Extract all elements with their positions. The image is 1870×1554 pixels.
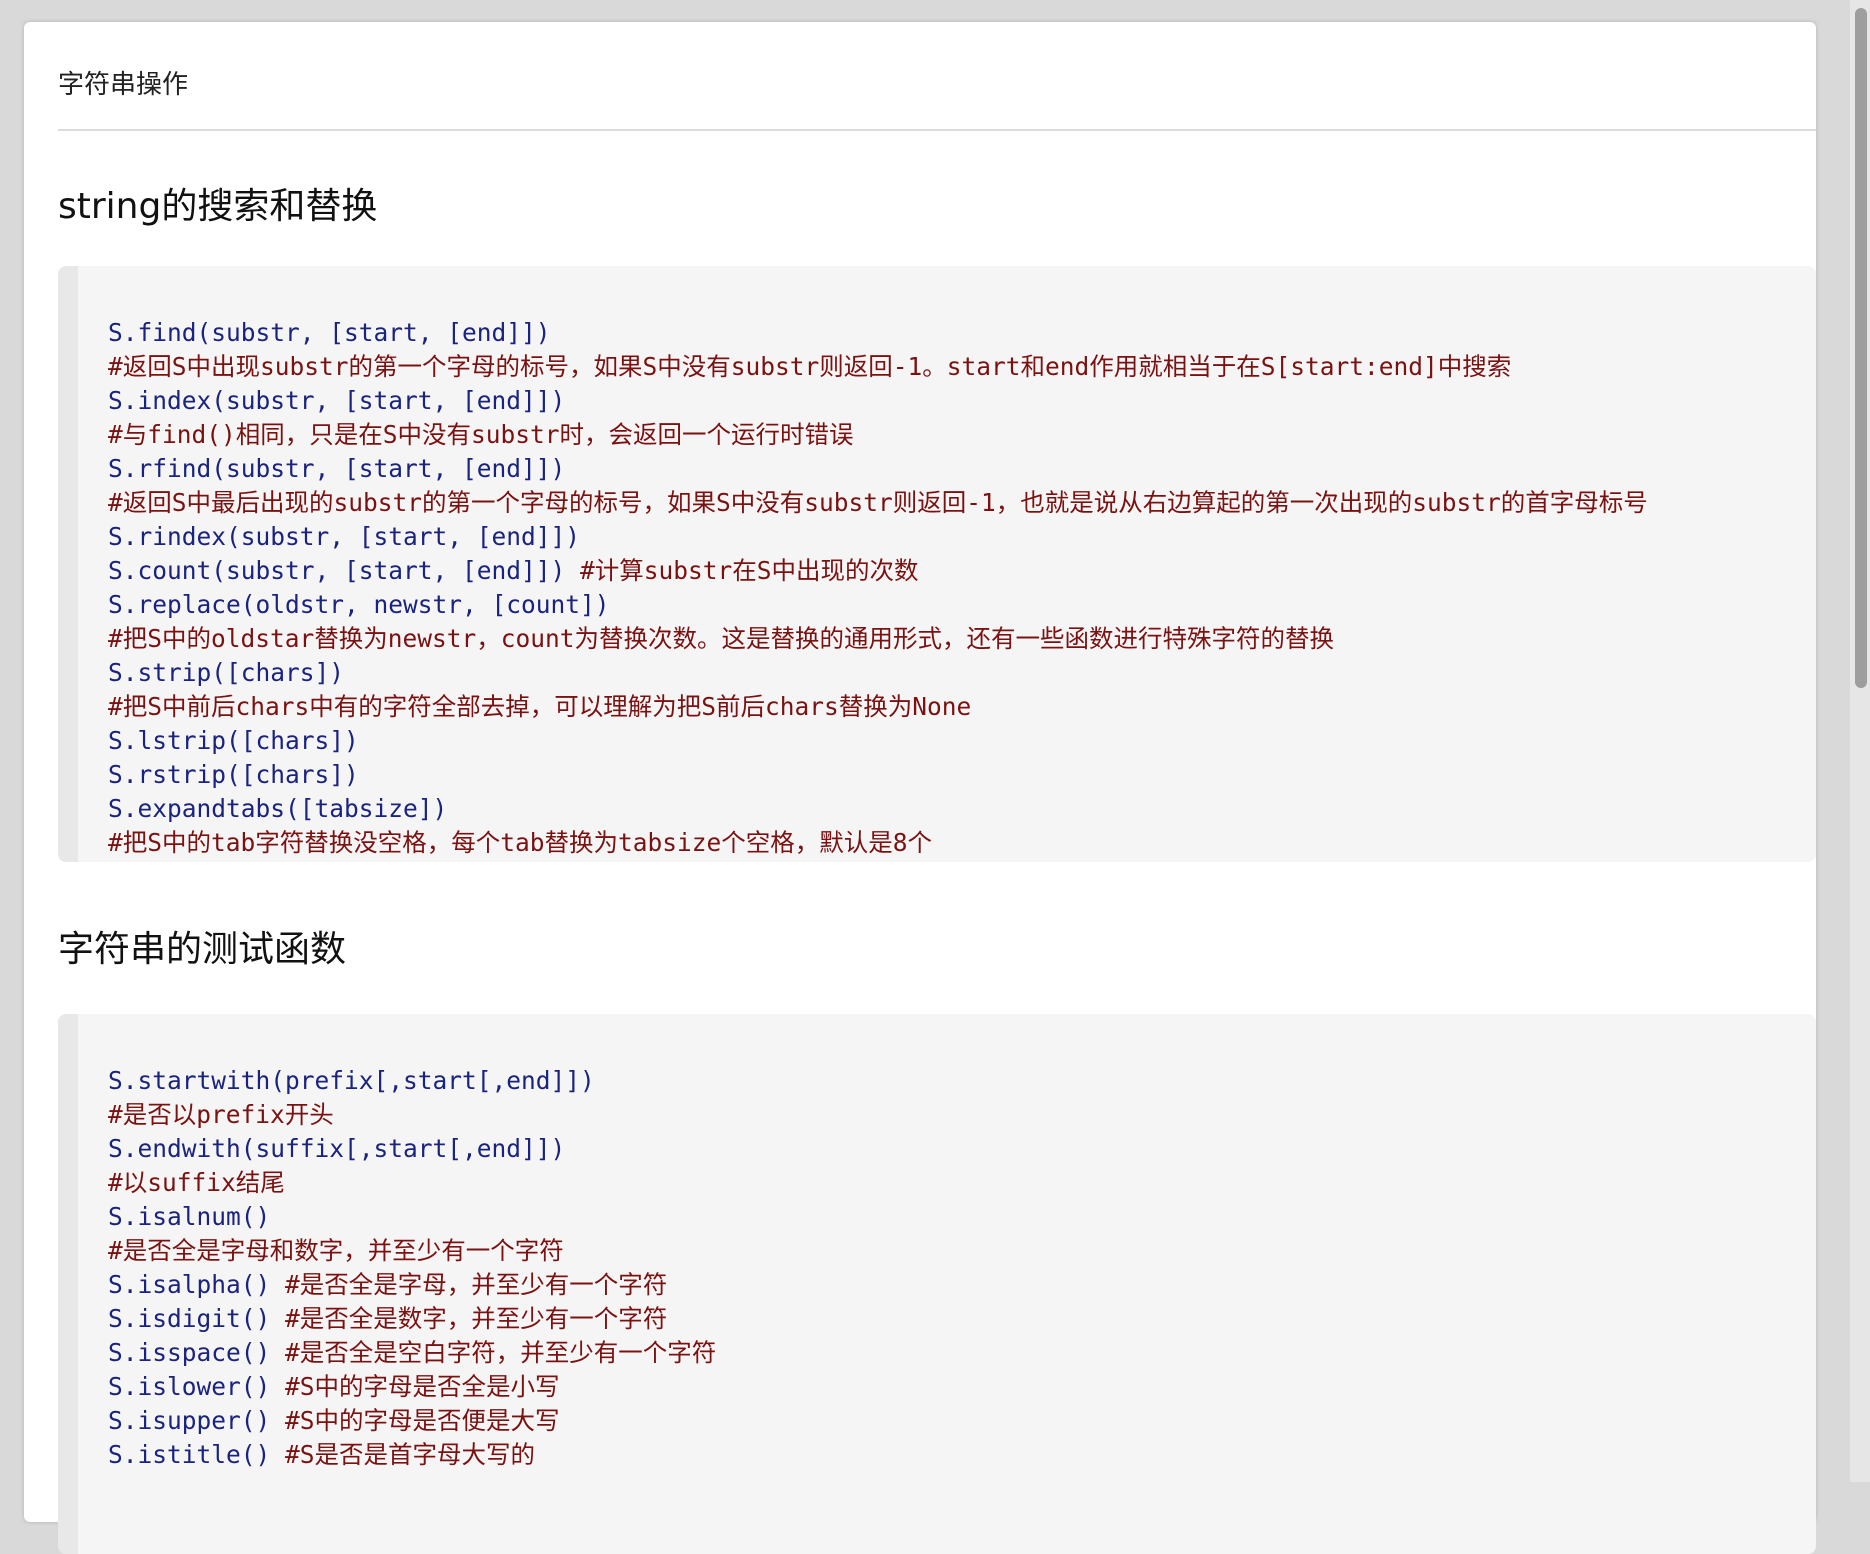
code-content: S.find(substr, [start, [end]]) #返回S中出现sub…	[108, 316, 1648, 860]
code-text: S.isalpha()	[108, 1270, 286, 1299]
page-title: 字符串操作	[58, 70, 189, 100]
code-text: S.isupper()	[108, 1406, 286, 1435]
code-comment: #是否全是数字，并至少有一个字符	[285, 1304, 668, 1333]
scrollbar-thumb[interactable]	[1855, 8, 1867, 688]
code-line: S.find(substr, [start, [end]])	[108, 316, 1648, 350]
code-line: S.rindex(substr, [start, [end]])	[108, 520, 1648, 554]
code-line: S.count(substr, [start, [end]]) #计算subst…	[108, 554, 1648, 588]
code-text: S.lstrip([chars])	[108, 726, 359, 755]
code-line: S.replace(oldstr, newstr, [count])	[108, 588, 1648, 622]
code-line: #以suffix结尾	[108, 1166, 716, 1200]
code-line: S.isdigit() #是否全是数字，并至少有一个字符	[108, 1302, 716, 1336]
code-text: S.index(substr, [start, [end]])	[108, 386, 566, 415]
code-content: S.startwith(prefix[,start[,end]]) #是否以pre…	[108, 1064, 716, 1472]
code-comment: #把S中前后chars中有的字符全部去掉，可以理解为把S前后chars替换为No…	[108, 692, 972, 721]
code-gutter	[58, 1014, 78, 1554]
code-text: S.find(substr, [start, [end]])	[108, 318, 551, 347]
code-text: S.strip([chars])	[108, 658, 345, 687]
code-block-test-functions: S.startwith(prefix[,start[,end]]) #是否以pre…	[58, 1014, 1816, 1554]
section-heading-search-replace: string的搜索和替换	[58, 186, 378, 227]
code-comment: #S中的字母是否便是大写	[285, 1406, 560, 1435]
code-line: S.islower() #S中的字母是否全是小写	[108, 1370, 716, 1404]
code-line: #返回S中最后出现的substr的第一个字母的标号，如果S中没有substr则返…	[108, 486, 1648, 520]
code-line: S.startwith(prefix[,start[,end]])	[108, 1064, 716, 1098]
code-text: S.replace(oldstr, newstr, [count])	[108, 590, 610, 619]
section-heading-test-functions: 字符串的测试函数	[58, 929, 347, 970]
code-comment: #把S中的tab字符替换没空格，每个tab替换为tabsize个空格，默认是8个	[108, 828, 933, 857]
code-line: S.strip([chars])	[108, 656, 1648, 690]
code-text: S.isdigit()	[108, 1304, 286, 1333]
code-text: S.islower()	[108, 1372, 286, 1401]
code-comment: #S中的字母是否全是小写	[285, 1372, 560, 1401]
code-gutter	[58, 266, 78, 862]
code-line: S.rfind(substr, [start, [end]])	[108, 452, 1648, 486]
code-line: S.index(substr, [start, [end]])	[108, 384, 1648, 418]
code-text: S.rstrip([chars])	[108, 760, 359, 789]
code-text: S.isspace()	[108, 1338, 286, 1367]
code-comment: #与find()相同，只是在S中没有substr时，会返回一个运行时错误	[108, 420, 854, 449]
code-line: S.isupper() #S中的字母是否便是大写	[108, 1404, 716, 1438]
code-line: S.isalnum()	[108, 1200, 716, 1234]
code-comment: #是否全是空白字符，并至少有一个字符	[285, 1338, 717, 1367]
code-line: #是否以prefix开头	[108, 1098, 716, 1132]
code-line: S.isspace() #是否全是空白字符，并至少有一个字符	[108, 1336, 716, 1370]
code-comment: #返回S中最后出现的substr的第一个字母的标号，如果S中没有substr则返…	[108, 488, 1648, 517]
code-line: S.lstrip([chars])	[108, 724, 1648, 758]
code-comment: #是否全是字母，并至少有一个字符	[285, 1270, 668, 1299]
code-line: S.isalpha() #是否全是字母，并至少有一个字符	[108, 1268, 716, 1302]
code-text: S.expandtabs([tabsize])	[108, 794, 448, 823]
code-comment: #把S中的oldstar替换为newstr，count为替换次数。这是替换的通用…	[108, 624, 1335, 653]
code-text: S.istitle()	[108, 1440, 286, 1469]
code-line: S.endwith(suffix[,start[,end]])	[108, 1132, 716, 1166]
code-line: #把S中的tab字符替换没空格，每个tab替换为tabsize个空格，默认是8个	[108, 826, 1648, 860]
code-line: #是否全是字母和数字，并至少有一个字符	[108, 1234, 716, 1268]
code-text: S.startwith(prefix[,start[,end]])	[108, 1066, 595, 1095]
code-comment: #S是否是首字母大写的	[285, 1440, 536, 1469]
code-text: S.rfind(substr, [start, [end]])	[108, 454, 566, 483]
code-comment: #以suffix结尾	[108, 1168, 285, 1197]
code-line: #把S中的oldstar替换为newstr，count为替换次数。这是替换的通用…	[108, 622, 1648, 656]
code-text: S.rindex(substr, [start, [end]])	[108, 522, 581, 551]
code-line: S.rstrip([chars])	[108, 758, 1648, 792]
code-comment: #是否全是字母和数字，并至少有一个字符	[108, 1236, 564, 1265]
article-card: 字符串操作 string的搜索和替换 S.find(substr, [start…	[24, 22, 1816, 1554]
code-text: S.count(substr, [start, [end]])	[108, 556, 581, 585]
code-line: S.istitle() #S是否是首字母大写的	[108, 1438, 716, 1472]
code-comment: #计算substr在S中出现的次数	[580, 556, 919, 585]
code-comment: #是否以prefix开头	[108, 1100, 334, 1129]
code-text: S.isalnum()	[108, 1202, 271, 1231]
code-block-search-replace: S.find(substr, [start, [end]]) #返回S中出现sub…	[58, 266, 1816, 862]
code-text: S.endwith(suffix[,start[,end]])	[108, 1134, 566, 1163]
title-divider	[58, 129, 1816, 131]
code-line: #把S中前后chars中有的字符全部去掉，可以理解为把S前后chars替换为No…	[108, 690, 1648, 724]
code-comment: #返回S中出现substr的第一个字母的标号，如果S中没有substr则返回-1…	[108, 352, 1512, 381]
code-line: S.expandtabs([tabsize])	[108, 792, 1648, 826]
code-line: #返回S中出现substr的第一个字母的标号，如果S中没有substr则返回-1…	[108, 350, 1648, 384]
code-line: #与find()相同，只是在S中没有substr时，会返回一个运行时错误	[108, 418, 1648, 452]
vertical-scrollbar[interactable]	[1850, 0, 1870, 1482]
